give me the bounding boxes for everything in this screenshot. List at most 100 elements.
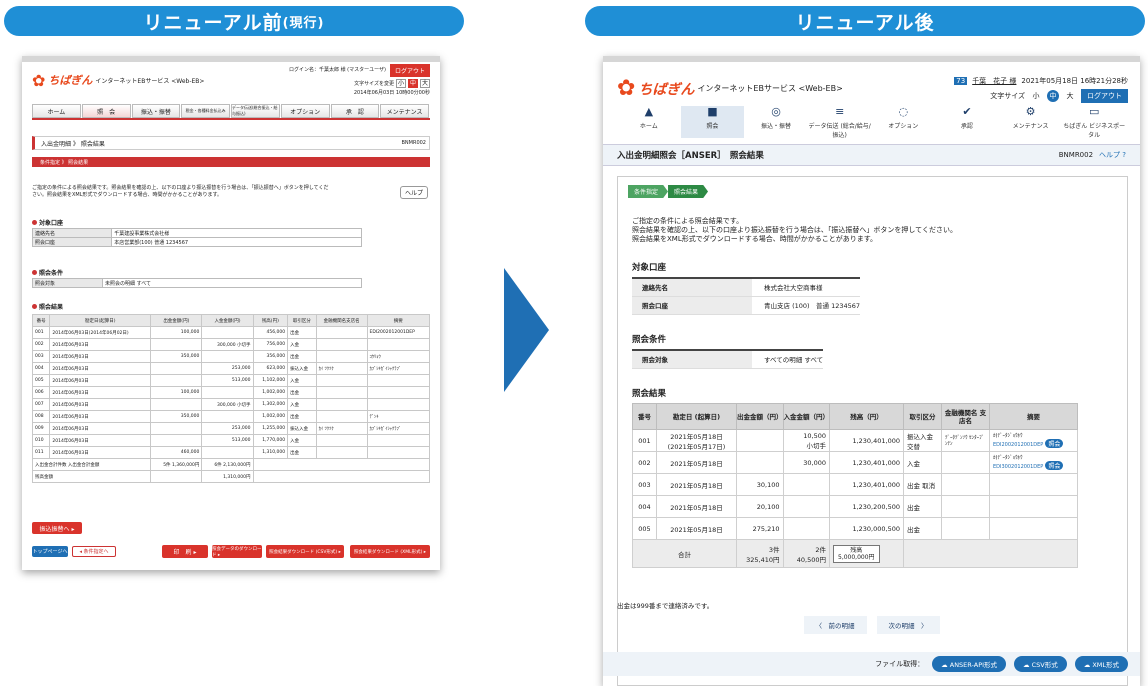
prev-button[interactable]: 〈 前の明細 [803, 616, 867, 634]
before-cell [366, 446, 431, 459]
after-total-in-count: 2件 [815, 545, 826, 554]
before-table-row: 001 2014年06月03日(2014年06月02日) 100,000 456,00… [31, 326, 431, 339]
after-nav-approve[interactable]: ✔ 承認 [935, 106, 999, 138]
row-balance: 1,230,200,500 [852, 502, 900, 511]
before-back-button[interactable]: ◂ 条件指定へ [72, 546, 116, 557]
before-cell [201, 410, 254, 423]
before-top-button[interactable]: トップページへ [32, 546, 68, 557]
after-pager: 〈 前の明細 次の明細 〉 [603, 616, 1140, 634]
before-font-large[interactable]: 大 [420, 78, 430, 88]
before-logo: ✿ ちばぎん インターネットEBサービス <Web-EB> [32, 71, 204, 90]
before-intro: ご指定の条件による照会結果です。照会結果を確認の上、以下の口座より振込振替を行う… [32, 185, 329, 198]
before-cell: 2014年06月03日 [49, 362, 152, 375]
before-total-in: 6件 2,130,000円 [201, 458, 254, 471]
next-button[interactable]: 次の明細 〉 [876, 616, 940, 634]
before-cell: 1,310,000 [252, 446, 289, 459]
before-nav-tax[interactable]: 税金・各種料金払込み [181, 104, 230, 118]
xml-button[interactable]: ☁ XML形式 [1074, 656, 1128, 672]
before-cell [366, 338, 431, 351]
after-nav-maint[interactable]: ⚙ メンテナンス [999, 106, 1063, 138]
before-login-info: ログイン名：千葉太郎 様 (マスターユーザ) [289, 66, 386, 73]
before-cell [315, 374, 368, 387]
before-cell: EDI2002012001DEP [366, 326, 431, 339]
before-cell: 300,000 小切手 [201, 338, 254, 351]
before-nav-maint[interactable]: メンテナンス [380, 104, 429, 118]
after-nav-inquiry[interactable]: ■ 照会 [680, 106, 745, 138]
before-table-row: 011 2014年06月03日 460,000 1,310,000 出金 [31, 446, 431, 459]
bank-logo-icon: ✿ [32, 70, 46, 90]
before-res-header: 取引区分 [287, 314, 317, 327]
before-xml-button[interactable]: 照会結果ダウンロード (XML形式) ▸ [350, 545, 430, 558]
page-title: 入出金明細照会［ANSER］ 照会結果 [617, 151, 764, 161]
after-cell: 002 [632, 451, 657, 474]
row-out: 275,210 [752, 524, 780, 533]
after-cell [941, 517, 990, 540]
after-nav-transfer[interactable]: ◎ 振込・振替 [744, 106, 808, 138]
after-total-row: 合計 3件 325,410円 2件 40,500円 残高 5,000,000円 [632, 539, 1078, 568]
before-cell: 100,000 [150, 326, 203, 339]
nav-label: データ伝送 (総合/給与/振込) [808, 123, 871, 139]
before-cell: 460,000 [150, 446, 203, 459]
database-icon: ≡ [835, 105, 845, 118]
after-nav-option[interactable]: ◌ オプション [872, 106, 936, 138]
after-user-name[interactable]: 千葉 花子 様 [972, 76, 1016, 86]
after-acc-val: 株式会社大空商事様 [752, 278, 861, 297]
before-cell [315, 350, 368, 363]
after-balance-box: 残高 5,000,000円 [833, 544, 880, 563]
after-font-large[interactable]: 大 [1064, 90, 1076, 102]
before-nav-option[interactable]: オプション [280, 104, 330, 118]
transfer-icon: ◎ [771, 105, 781, 118]
after-res-header: 出金金額（円） [736, 403, 784, 430]
after-nav-portal[interactable]: ▭ ちばぎん ビジネスポータル [1062, 106, 1126, 140]
after-logout-button[interactable]: ログアウト [1081, 89, 1128, 103]
after-intro: ご指定の条件による照会結果です。 照会結果を確認の上、以下の口座より振込振替を行… [632, 217, 957, 244]
after-res-header: 金融機関名 支店名 [941, 403, 990, 430]
before-font-small[interactable]: 小 [396, 78, 406, 88]
before-font-medium[interactable]: 中 [408, 78, 418, 88]
before-cell: 004 [31, 362, 51, 375]
before-nav-transfer[interactable]: 振込・振替 [131, 104, 181, 118]
after-cell: 2021年05月18日 [656, 495, 737, 518]
before-res-header: 残高(円) [252, 314, 289, 327]
row-kind: 出金 [907, 525, 920, 534]
row-ref-button[interactable]: 照会 [1045, 461, 1064, 470]
before-nav: ホーム 照 会 振込・振替 税金・各種料金払込み データ伝送(総合振込・給与振込… [32, 104, 430, 120]
after-nav-data[interactable]: ≡ データ伝送 (総合/給与/振込) [808, 105, 872, 140]
before-download-button[interactable]: 照会データのダウンロード ▸ [212, 545, 262, 558]
before-csv-button[interactable]: 照会結果ダウンロード (CSV形式) ▸ [266, 545, 344, 558]
before-nav-home[interactable]: ホーム [32, 104, 81, 118]
before-nav-approve[interactable]: 承 認 [330, 104, 380, 118]
after-cell [782, 495, 830, 518]
before-total-label: 入出金合計件数 入出金合計金額 [31, 458, 152, 471]
row-date: 2021年05月18日 [670, 481, 723, 490]
before-res-header: 番号 [31, 314, 51, 327]
before-nav-inquiry[interactable]: 照 会 [81, 104, 131, 118]
csv-button[interactable]: ☁ CSV形式 [1014, 656, 1067, 672]
before-cell: 350,000 [150, 410, 203, 423]
before-logout-button[interactable]: ログアウト [389, 63, 430, 77]
row-number: 001 [638, 436, 651, 445]
after-font-small[interactable]: 小 [1030, 90, 1042, 102]
before-nav-data[interactable]: データ伝送(総合振込・給与振込) [231, 104, 280, 118]
after-help-button[interactable]: ヘルプ ? [1099, 150, 1126, 160]
before-acc-key: 連絡先名 [31, 228, 113, 238]
after-cell: 出金 取消 [903, 473, 942, 496]
row-balance: 1,230,000,500 [852, 524, 900, 533]
after-nav-home[interactable]: ▲ ホーム [617, 106, 681, 138]
before-print-button[interactable]: 印 刷 ▸ [162, 545, 208, 558]
before-cell [315, 410, 368, 423]
after-service-name: インターネットEBサービス <Web-EB> [697, 84, 843, 93]
nav-label: メンテナンス [1012, 123, 1049, 130]
row-ref-button[interactable]: 照会 [1045, 439, 1064, 448]
after-cell: 出金 [903, 517, 942, 540]
before-sec-account: 対象口座 [32, 218, 63, 227]
after-topbar: ✿ ちばぎん インターネットEBサービス <Web-EB> 73 千葉 花子 様… [617, 76, 1128, 104]
before-transfer-button[interactable]: 振込振替へ ▸ [32, 522, 82, 534]
before-table-row: 006 2014年06月03日 100,000 1,002,000 出金 [31, 386, 431, 399]
after-font-medium[interactable]: 中 [1047, 90, 1059, 102]
before-help-button[interactable]: ヘルプ [399, 186, 428, 199]
after-user-area: 73 千葉 花子 様 2021年05月18日 16時21分28秒 文字サイズ 小… [954, 76, 1128, 103]
after-res-header: 勘定日 (起算日) [656, 403, 737, 430]
anser-api-button[interactable]: ☁ ANSER-API形式 [932, 656, 1007, 672]
before-cell: 2014年06月03日 [49, 338, 152, 351]
